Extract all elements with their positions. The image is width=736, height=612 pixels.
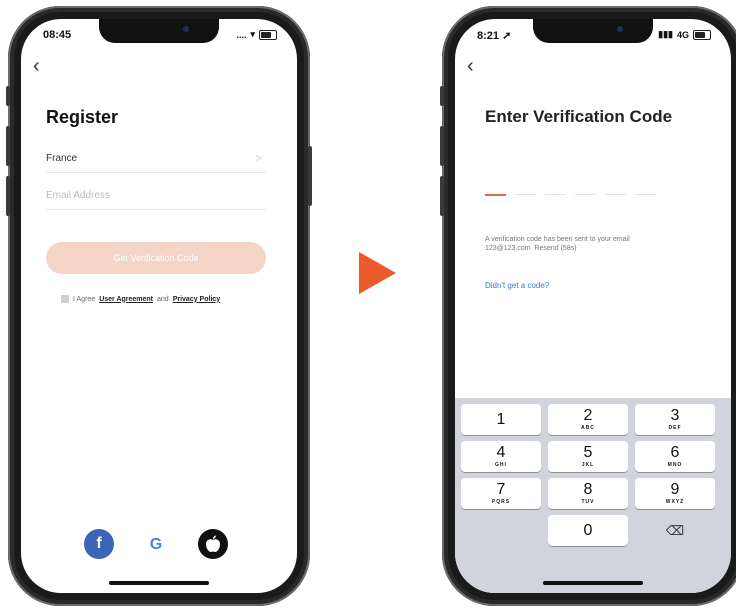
key-number: 3 bbox=[670, 407, 680, 424]
agree-prefix: I Agree bbox=[73, 295, 96, 303]
signal-dots-icon: .... bbox=[236, 29, 247, 40]
key-letters: WXYZ bbox=[665, 499, 685, 505]
key-number: 5 bbox=[583, 444, 593, 461]
code-slot bbox=[485, 194, 506, 196]
key-number: 1 bbox=[496, 411, 506, 428]
facebook-icon[interactable]: f bbox=[84, 529, 114, 559]
status-time: 08:45 bbox=[43, 29, 72, 41]
home-indicator bbox=[109, 581, 209, 585]
key-number: 4 bbox=[496, 444, 506, 461]
key-letters: JKL bbox=[581, 462, 595, 468]
apple-icon[interactable] bbox=[198, 529, 228, 559]
country-selector[interactable]: France > bbox=[46, 151, 266, 173]
phone-volume-up bbox=[6, 126, 10, 166]
backspace-icon[interactable]: ⌫ bbox=[635, 515, 715, 546]
phone-register: 08:45 .... ▾ ‹ Register France > Get Ver… bbox=[6, 6, 312, 606]
key-9[interactable]: 9 WXYZ bbox=[635, 478, 715, 509]
google-g-glyph: G bbox=[150, 536, 162, 553]
phone-mute-switch bbox=[6, 86, 10, 106]
network-type: 4G bbox=[676, 29, 689, 40]
key-1[interactable]: 1 bbox=[461, 404, 541, 435]
agreement-row: I Agree User Agreement and Privacy Polic… bbox=[61, 295, 220, 303]
google-icon[interactable]: G bbox=[141, 529, 171, 559]
key-number: 2 bbox=[583, 407, 593, 424]
signal-bars-icon: ▮▮▮ bbox=[658, 29, 673, 39]
location-arrow-icon: ➚ bbox=[502, 30, 512, 42]
phone-mute-switch bbox=[440, 86, 444, 106]
key-4[interactable]: 4 GHI bbox=[461, 441, 541, 472]
verification-info: A verification code has been sent to you… bbox=[485, 235, 695, 253]
email-field[interactable] bbox=[46, 190, 246, 201]
privacy-policy-link[interactable]: Privacy Policy bbox=[173, 296, 220, 303]
register-screen: 08:45 .... ▾ ‹ Register France > Get Ver… bbox=[21, 19, 297, 593]
code-input-slots[interactable] bbox=[485, 194, 656, 196]
key-number: 8 bbox=[583, 481, 593, 498]
status-bar: 8:21 ➚ ▮▮▮ 4G bbox=[477, 29, 711, 47]
apple-logo-glyph bbox=[206, 535, 220, 552]
status-icons: ▮▮▮ 4G bbox=[658, 29, 711, 40]
phone-power-button bbox=[308, 146, 312, 206]
key-number: 0 bbox=[583, 522, 593, 539]
code-slot bbox=[545, 194, 566, 195]
key-8[interactable]: 8 TUV bbox=[548, 478, 628, 509]
code-slot bbox=[575, 194, 596, 195]
chevron-right-icon: > bbox=[254, 151, 262, 165]
code-slot bbox=[515, 194, 536, 195]
didnt-get-code-link[interactable]: Didn't get a code? bbox=[485, 281, 549, 290]
numeric-keypad: 1 2 ABC 3 DEF 4 GHI 5 JKL 6 MNO 7 PQRS 8 TUV 9W… bbox=[455, 398, 731, 593]
code-slot bbox=[605, 194, 626, 195]
status-icons: .... ▾ bbox=[236, 29, 277, 40]
key-letters: DEF bbox=[668, 425, 682, 431]
wifi-icon: ▾ bbox=[250, 29, 255, 39]
agree-checkbox[interactable] bbox=[61, 295, 69, 303]
info-line: A verification code has been sent to you… bbox=[485, 236, 630, 243]
key-0[interactable]: 0 bbox=[548, 515, 628, 546]
battery-icon bbox=[259, 29, 277, 40]
info-email: 123@123.com bbox=[485, 245, 531, 252]
key-number: 6 bbox=[670, 444, 680, 461]
key-letters: TUV bbox=[581, 499, 595, 505]
phone-verification: 8:21 ➚ ▮▮▮ 4G ‹ Enter Verification Code … bbox=[440, 6, 736, 606]
back-chevron-icon[interactable]: ‹ bbox=[467, 55, 474, 78]
page-title: Enter Verification Code bbox=[485, 107, 673, 126]
svg-text:G: G bbox=[150, 536, 162, 553]
key-number: 7 bbox=[496, 481, 506, 498]
back-chevron-icon[interactable]: ‹ bbox=[33, 55, 40, 78]
key-2[interactable]: 2 ABC bbox=[548, 404, 628, 435]
phone-volume-down bbox=[6, 176, 10, 216]
resend-countdown[interactable]: Resend (58s) bbox=[535, 245, 577, 252]
key-letters: PQRS bbox=[491, 499, 511, 505]
email-field-wrapper bbox=[46, 190, 266, 210]
battery-icon bbox=[693, 29, 711, 40]
code-slot bbox=[635, 194, 656, 195]
key-3[interactable]: 3 DEF bbox=[635, 404, 715, 435]
key-7[interactable]: 7 PQRS bbox=[461, 478, 541, 509]
key-letters: ABC bbox=[581, 425, 595, 431]
page-title: Register bbox=[46, 107, 119, 127]
user-agreement-link[interactable]: User Agreement bbox=[99, 296, 153, 303]
key-number: 9 bbox=[670, 481, 680, 498]
key-5[interactable]: 5 JKL bbox=[548, 441, 628, 472]
phone-volume-up bbox=[440, 126, 444, 166]
key-6[interactable]: 6 MNO bbox=[635, 441, 715, 472]
next-step-arrow-icon bbox=[359, 252, 396, 294]
country-value: France bbox=[46, 153, 78, 164]
status-bar: 08:45 .... ▾ bbox=[43, 29, 277, 47]
status-time-text: 8:21 bbox=[477, 30, 500, 42]
phone-volume-down bbox=[440, 176, 444, 216]
agree-and: and bbox=[157, 295, 169, 303]
key-letters: MNO bbox=[667, 462, 683, 468]
key-letters: GHI bbox=[495, 462, 507, 468]
get-verification-code-button[interactable]: Get Verification Code bbox=[46, 242, 266, 274]
verification-screen: 8:21 ➚ ▮▮▮ 4G ‹ Enter Verification Code … bbox=[455, 19, 731, 593]
status-time: 8:21 ➚ bbox=[477, 29, 511, 42]
home-indicator bbox=[543, 581, 643, 585]
